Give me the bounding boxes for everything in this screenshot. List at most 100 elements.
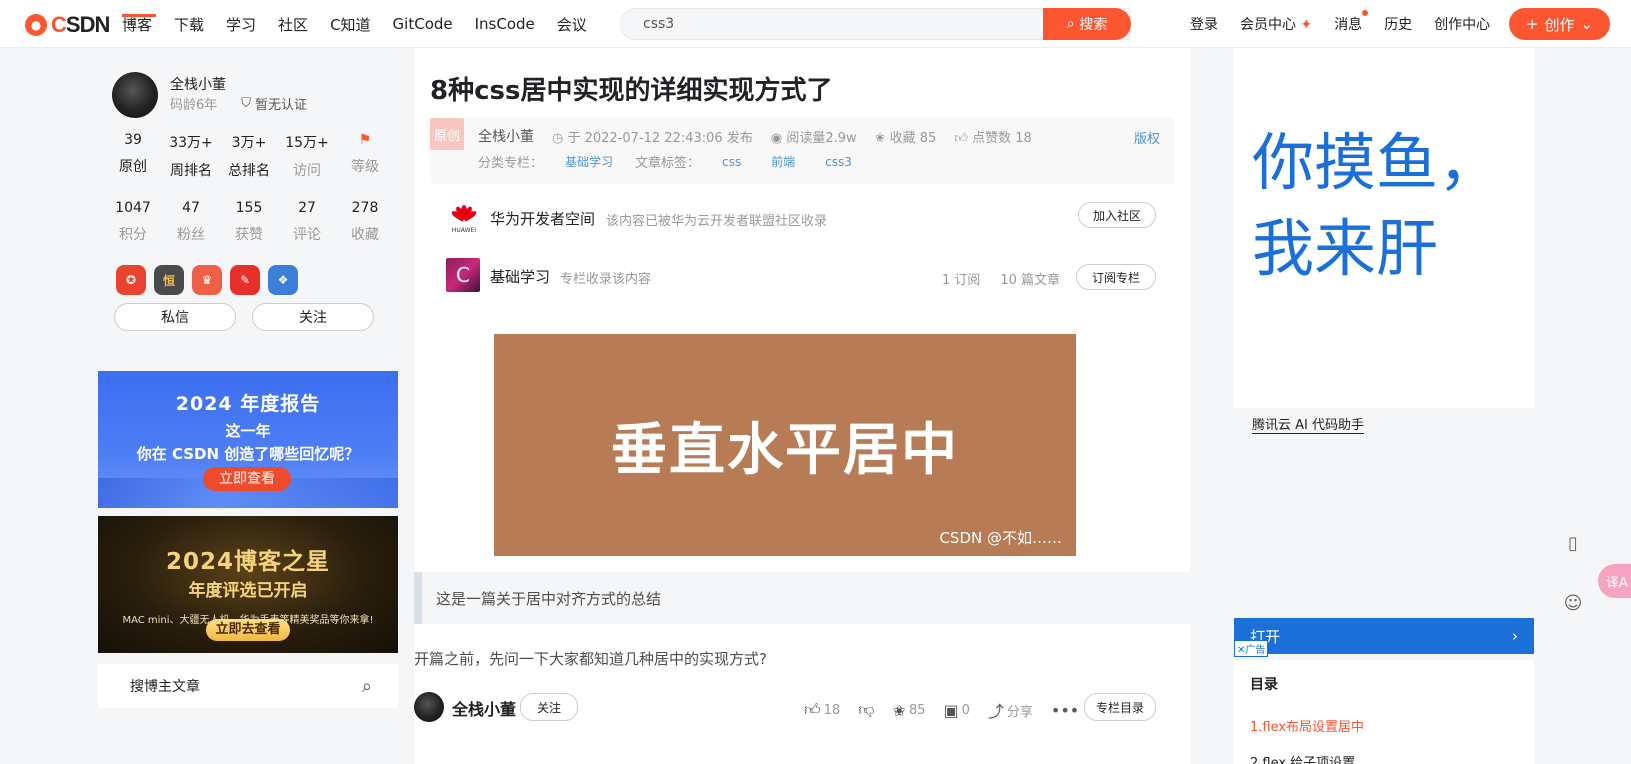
history-link[interactable]: 历史 — [1384, 14, 1412, 34]
column-article-count: 10 篇文章 — [1000, 273, 1061, 288]
original-tag: 原创 — [430, 118, 464, 150]
favorite-button[interactable]: ✬ 85 — [893, 701, 926, 720]
stat-level[interactable]: ⚑ 等级 — [336, 132, 394, 180]
nav-inscode[interactable]: InsCode — [475, 15, 535, 33]
category-tag[interactable]: 基础学习 — [557, 153, 621, 170]
login-link[interactable]: 登录 — [1190, 14, 1218, 34]
pen-badge-icon[interactable]: ✎ — [230, 265, 260, 295]
meta-row-1: 全栈小董 ◷ 于 2022-07-12 22:43:06 发布 ◉ 阅读量2.9… — [478, 126, 1032, 146]
toolbar-avatar[interactable] — [414, 692, 444, 722]
search-icon[interactable]: ⌕ — [362, 676, 372, 697]
user-nav: 登录 会员中心 ✦ 消息 历史 创作中心 — [1168, 0, 1490, 48]
more-icon: ••• — [1050, 700, 1080, 720]
comment-button[interactable]: ▣ 0 — [943, 701, 969, 720]
feedback-icon[interactable]: ☺ — [1556, 586, 1590, 620]
award-badge-icon[interactable]: ♛ — [192, 265, 222, 295]
tag-frontend[interactable]: 前端 — [763, 153, 803, 170]
toolbar-follow-button[interactable]: 关注 — [520, 693, 578, 721]
csdn-logo[interactable]: ● CSDN — [25, 12, 110, 38]
translate-button[interactable]: 译A — [1598, 564, 1631, 598]
stat-likes[interactable]: 155 获赞 — [220, 200, 278, 244]
coding-age: 码龄6年 — [170, 98, 218, 113]
stats-row-2: 1047 积分 47 粉丝 155 获赞 27 评论 278 收藏 — [104, 200, 394, 244]
author-name[interactable]: 全栈小董 — [170, 74, 226, 94]
stat-fans[interactable]: 47 粉丝 — [162, 200, 220, 244]
stat-total-rank[interactable]: 3万+ 总排名 — [220, 132, 278, 180]
nav-community[interactable]: 社区 — [278, 14, 308, 35]
stat-points[interactable]: 1047 积分 — [104, 200, 162, 244]
stat-original[interactable]: 39 原创 — [104, 132, 162, 180]
stat-favorites[interactable]: 278 收藏 — [336, 200, 394, 244]
profile-actions: 私信 关注 — [114, 303, 374, 331]
stat-week-rank[interactable]: 33万+ 周排名 — [162, 132, 220, 180]
create-button[interactable]: + 创作 ⌄ — [1509, 8, 1610, 40]
toolbar-author[interactable]: 全栈小董 — [452, 696, 516, 720]
meta-author[interactable]: 全栈小董 — [478, 126, 534, 146]
search-button[interactable]: ⌕ 搜索 — [1043, 8, 1131, 40]
blog-star-banner[interactable]: 2024博客之星 年度评选已开启 MAC mini、大疆无人机、华为手表等精美奖… — [98, 516, 398, 653]
nav-gitcode[interactable]: GitCode — [393, 15, 453, 33]
nav-learn[interactable]: 学习 — [226, 14, 256, 35]
blog-search-input[interactable]: 搜博主文章 ⌕ — [98, 664, 398, 708]
subscribe-column-button[interactable]: 订阅专栏 — [1076, 264, 1156, 290]
nav-c-zhidao[interactable]: C知道 — [330, 14, 370, 35]
column-card: C 基础学习 专栏收录该内容 1 订阅 10 篇文章 订阅专栏 — [430, 254, 1174, 300]
paragraph: 开篇之前，先问一下大家都知道几种居中的实现方式? — [414, 650, 767, 668]
shield-icon: ⛉ — [241, 96, 252, 111]
nav-meeting[interactable]: 会议 — [557, 14, 587, 35]
star-icon: ✬ — [892, 700, 906, 720]
dislike-button[interactable]: 👎︎ — [858, 700, 874, 720]
ad-link[interactable]: 腾讯云 AI 代码助手 — [1252, 414, 1364, 434]
verify-status: ⛉ 暂无认证 — [241, 96, 308, 113]
hero-watermark: CSDN @不如…… — [939, 529, 1062, 547]
nav-download[interactable]: 下载 — [174, 14, 204, 35]
stat-comments[interactable]: 27 评论 — [278, 200, 336, 244]
toc-item[interactable]: 2.flex 给子项设置 — [1250, 752, 1355, 764]
tag-css3[interactable]: css3 — [817, 155, 860, 169]
more-button[interactable]: ••• — [1051, 701, 1079, 720]
article-toolbar: 全栈小董 关注 👍︎ 18 👎︎ ✬ 85 ▣ 0 ⤴ 分享 ••• 专栏目录 — [414, 684, 1190, 732]
column-stats: 1 订阅 10 篇文章 — [942, 269, 1060, 288]
column-cover[interactable]: C — [446, 258, 480, 292]
favorite-count: ✬ 收藏 85 — [874, 130, 937, 146]
join-community-button[interactable]: 加入社区 — [1078, 202, 1156, 228]
community-name[interactable]: 华为开发者空间 — [490, 208, 595, 229]
clock-icon: ◷ — [552, 130, 568, 146]
message-button[interactable]: 私信 — [114, 303, 236, 331]
ad-tag[interactable]: ✕广告 — [1234, 640, 1269, 657]
banner1-line2: 这一年 — [225, 422, 271, 440]
view-now-button[interactable]: 立即查看 — [203, 467, 291, 491]
main-nav: 博客 下载 学习 社区 C知道 GitCode InsCode 会议 — [122, 0, 609, 48]
author-meta: 码龄6年 ⛉ 暂无认证 — [170, 94, 307, 113]
blue-badge-icon[interactable]: ❖ — [268, 265, 298, 295]
ad-open-button[interactable]: 打开 › — [1234, 618, 1534, 654]
mobile-icon[interactable]: ▯ — [1556, 526, 1590, 560]
column-toc-button[interactable]: 专栏目录 — [1084, 693, 1156, 721]
creator-center-link[interactable]: 创作中心 — [1434, 14, 1490, 34]
messages-link[interactable]: 消息 — [1334, 10, 1369, 34]
medal-badge-icon[interactable]: ✪ — [116, 265, 146, 295]
gift-icon: ✦ — [1296, 17, 1313, 33]
banner1-title: 2024 年度报告 — [175, 393, 321, 415]
nav-blog[interactable]: 博客 — [122, 13, 157, 35]
copyright-link[interactable]: 版权 — [1134, 128, 1160, 147]
toc-title: 目录 — [1250, 677, 1278, 693]
toc-item[interactable]: 1.flex布局设置居中 — [1250, 716, 1364, 735]
follow-button[interactable]: 关注 — [252, 303, 374, 331]
share-button[interactable]: ⤴ 分享 — [988, 698, 1033, 722]
article-title: 8种css居中实现的详细实现方式了 — [430, 76, 833, 106]
banner2-title: 2024博客之星 — [165, 549, 330, 575]
vip-center-link[interactable]: 会员中心 ✦ — [1240, 14, 1312, 34]
stats-row-1: 39 原创 33万+ 周排名 3万+ 总排名 15万+ 访问 ⚑ 等级 — [104, 132, 394, 180]
stat-visits[interactable]: 15万+ 访问 — [278, 132, 336, 180]
tag-css[interactable]: css — [714, 155, 749, 169]
annual-report-banner[interactable]: 2024 年度报告 这一年 你在 CSDN 创造了哪些回忆呢？ 立即查看 — [98, 371, 398, 508]
persistence-badge-icon[interactable]: 恒 — [154, 265, 184, 295]
ad-panel[interactable]: 你摸鱼，我来肝 腾讯云 AI 代码助手 — [1234, 48, 1534, 434]
like-button[interactable]: 👍︎ 18 — [804, 700, 840, 720]
level-icon: ⚑ — [358, 132, 372, 148]
avatar[interactable] — [112, 72, 158, 118]
column-name[interactable]: 基础学习 — [490, 266, 550, 287]
ad-headline: 你摸鱼，我来肝 — [1252, 126, 1501, 285]
go-view-button[interactable]: 立即去查看 — [206, 619, 290, 641]
